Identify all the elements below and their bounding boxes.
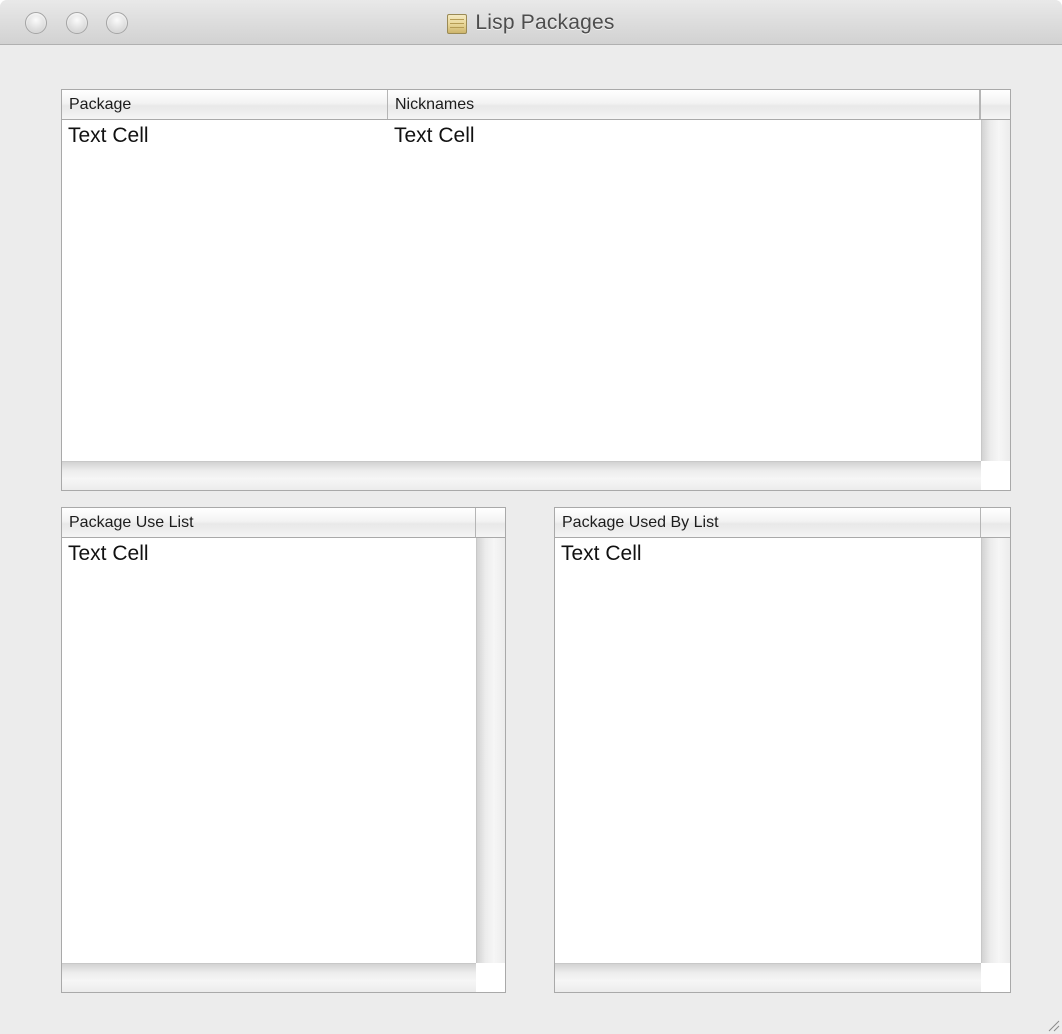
column-header-nicknames[interactable]: Nicknames	[388, 90, 980, 119]
used-by-list-header: Package Used By List	[555, 508, 981, 538]
table-row[interactable]: Text Cell	[62, 538, 476, 570]
package-use-list-table[interactable]: Package Use List Text Cell	[61, 507, 506, 993]
table-row[interactable]: Text Cell Text Cell	[62, 120, 980, 152]
vertical-scrollbar[interactable]	[981, 120, 1010, 461]
horizontal-scrollbar[interactable]	[62, 963, 476, 992]
header-corner	[980, 508, 1010, 538]
package-used-by-list-table[interactable]: Package Used By List Text Cell	[554, 507, 1011, 993]
lisp-packages-window: Lisp Packages Package Nicknames Text Cel…	[0, 0, 1062, 1034]
column-header-package-used-by-list[interactable]: Package Used By List	[555, 508, 981, 537]
scroll-corner	[981, 461, 1010, 490]
column-header-package-use-list[interactable]: Package Use List	[62, 508, 476, 537]
package-cell[interactable]: Text Cell	[62, 120, 388, 152]
vertical-scrollbar[interactable]	[981, 538, 1010, 963]
table-row[interactable]: Text Cell	[555, 538, 981, 570]
horizontal-scrollbar[interactable]	[62, 461, 981, 490]
scroll-corner	[476, 963, 505, 992]
horizontal-scrollbar[interactable]	[555, 963, 981, 992]
header-corner	[980, 90, 1010, 120]
title-bar[interactable]: Lisp Packages	[0, 0, 1062, 45]
used-by-list-cell[interactable]: Text Cell	[555, 538, 981, 570]
packages-table[interactable]: Package Nicknames Text Cell Text Cell	[61, 89, 1011, 491]
column-header-package[interactable]: Package	[62, 90, 388, 119]
packages-table-header: Package Nicknames	[62, 90, 980, 120]
used-by-list-rows: Text Cell	[555, 538, 981, 570]
use-list-header: Package Use List	[62, 508, 476, 538]
use-list-cell[interactable]: Text Cell	[62, 538, 476, 570]
header-corner	[475, 508, 505, 538]
nicknames-cell[interactable]: Text Cell	[388, 120, 980, 152]
title-container: Lisp Packages	[0, 0, 1062, 45]
window-title: Lisp Packages	[475, 10, 615, 34]
document-proxy-icon[interactable]	[447, 13, 468, 34]
use-list-rows: Text Cell	[62, 538, 476, 570]
packages-table-rows: Text Cell Text Cell	[62, 120, 980, 152]
vertical-scrollbar[interactable]	[476, 538, 505, 963]
resize-grip-icon[interactable]	[1046, 1018, 1060, 1032]
scroll-corner	[981, 963, 1010, 992]
